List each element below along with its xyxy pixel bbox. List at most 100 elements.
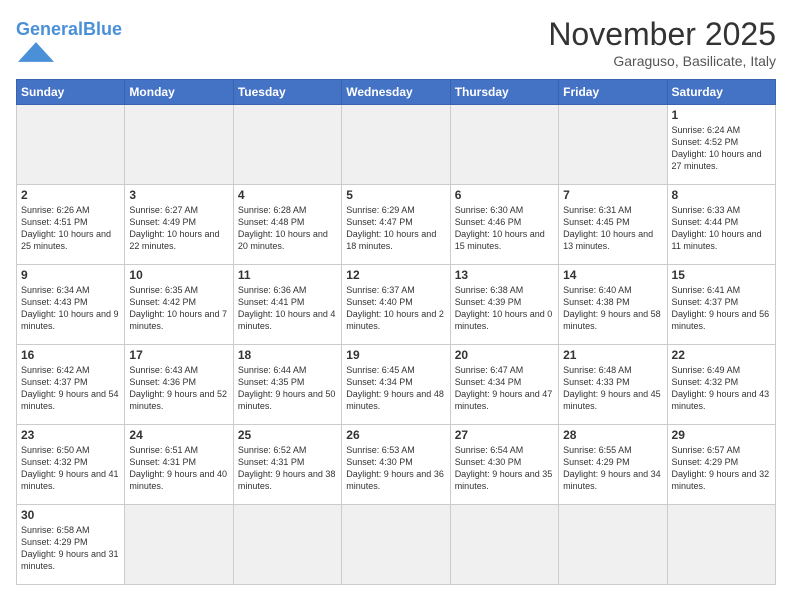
calendar-cell	[342, 505, 450, 585]
calendar-cell: 26 Sunrise: 6:53 AMSunset: 4:30 PMDayligh…	[342, 425, 450, 505]
calendar-cell: 11 Sunrise: 6:36 AMSunset: 4:41 PMDayligh…	[233, 265, 341, 345]
day-info: Sunrise: 6:35 AMSunset: 4:42 PMDaylight:…	[129, 284, 228, 333]
day-info: Sunrise: 6:33 AMSunset: 4:44 PMDaylight:…	[672, 204, 771, 253]
calendar-row: 1Sunrise: 6:24 AMSunset: 4:52 PMDaylight…	[17, 105, 776, 185]
day-number: 8	[672, 188, 771, 202]
day-number: 12	[346, 268, 445, 282]
calendar-row: 23 Sunrise: 6:50 AMSunset: 4:32 PMDayligh…	[17, 425, 776, 505]
day-number: 27	[455, 428, 554, 442]
month-title: November 2025	[548, 16, 776, 53]
logo-icon	[18, 38, 54, 66]
header-wednesday: Wednesday	[342, 80, 450, 105]
day-info: Sunrise: 6:48 AMSunset: 4:33 PMDaylight:…	[563, 364, 662, 413]
calendar-cell: 13Sunrise: 6:38 AMSunset: 4:39 PMDayligh…	[450, 265, 558, 345]
day-number: 19	[346, 348, 445, 362]
calendar-cell: 3Sunrise: 6:27 AMSunset: 4:49 PMDaylight…	[125, 185, 233, 265]
day-number: 7	[563, 188, 662, 202]
day-number: 22	[672, 348, 771, 362]
day-info: Sunrise: 6:28 AMSunset: 4:48 PMDaylight:…	[238, 204, 337, 253]
day-number: 26	[346, 428, 445, 442]
day-info: Sunrise: 6:41 AMSunset: 4:37 PMDaylight:…	[672, 284, 771, 333]
calendar-cell	[667, 505, 775, 585]
calendar-cell	[125, 505, 233, 585]
calendar-cell: 23 Sunrise: 6:50 AMSunset: 4:32 PMDayligh…	[17, 425, 125, 505]
logo-text: GeneralBlue	[16, 20, 122, 38]
day-info: Sunrise: 6:36 AMSunset: 4:41 PMDaylight:…	[238, 284, 337, 333]
day-info: Sunrise: 6:43 AMSunset: 4:36 PMDaylight:…	[129, 364, 228, 413]
day-info: Sunrise: 6:29 AMSunset: 4:47 PMDaylight:…	[346, 204, 445, 253]
header-tuesday: Tuesday	[233, 80, 341, 105]
day-number: 3	[129, 188, 228, 202]
calendar-cell: 25 Sunrise: 6:52 AMSunset: 4:31 PMDayligh…	[233, 425, 341, 505]
calendar-cell: 21Sunrise: 6:48 AMSunset: 4:33 PMDayligh…	[559, 345, 667, 425]
header-friday: Friday	[559, 80, 667, 105]
day-info: Sunrise: 6:42 AMSunset: 4:37 PMDaylight:…	[21, 364, 120, 413]
calendar-cell: 8 Sunrise: 6:33 AMSunset: 4:44 PMDaylight…	[667, 185, 775, 265]
calendar-cell: 18Sunrise: 6:44 AMSunset: 4:35 PMDayligh…	[233, 345, 341, 425]
day-info: Sunrise: 6:30 AMSunset: 4:46 PMDaylight:…	[455, 204, 554, 253]
day-number: 30	[21, 508, 120, 522]
day-number: 9	[21, 268, 120, 282]
calendar-cell	[125, 105, 233, 185]
calendar-cell	[559, 105, 667, 185]
day-info: Sunrise: 6:51 AMSunset: 4:31 PMDaylight:…	[129, 444, 228, 493]
header-sunday: Sunday	[17, 80, 125, 105]
day-number: 20	[455, 348, 554, 362]
calendar-cell: 17Sunrise: 6:43 AMSunset: 4:36 PMDayligh…	[125, 345, 233, 425]
weekday-header-row: Sunday Monday Tuesday Wednesday Thursday…	[17, 80, 776, 105]
calendar: Sunday Monday Tuesday Wednesday Thursday…	[16, 79, 776, 585]
day-number: 15	[672, 268, 771, 282]
calendar-cell: 12Sunrise: 6:37 AMSunset: 4:40 PMDayligh…	[342, 265, 450, 345]
day-number: 29	[672, 428, 771, 442]
day-info: Sunrise: 6:50 AMSunset: 4:32 PMDaylight:…	[21, 444, 120, 493]
logo: GeneralBlue	[16, 20, 122, 71]
calendar-cell: 22Sunrise: 6:49 AMSunset: 4:32 PMDayligh…	[667, 345, 775, 425]
day-number: 10	[129, 268, 228, 282]
calendar-cell	[559, 505, 667, 585]
calendar-cell	[450, 105, 558, 185]
day-info: Sunrise: 6:40 AMSunset: 4:38 PMDaylight:…	[563, 284, 662, 333]
day-number: 4	[238, 188, 337, 202]
calendar-row: 30 Sunrise: 6:58 AMSunset: 4:29 PMDayligh…	[17, 505, 776, 585]
day-number: 23	[21, 428, 120, 442]
title-area: November 2025 Garaguso, Basilicate, Ital…	[548, 16, 776, 69]
day-info: Sunrise: 6:26 AMSunset: 4:51 PMDaylight:…	[21, 204, 120, 253]
day-info: Sunrise: 6:54 AMSunset: 4:30 PMDaylight:…	[455, 444, 554, 493]
day-info: Sunrise: 6:34 AMSunset: 4:43 PMDaylight:…	[21, 284, 120, 333]
calendar-cell	[233, 505, 341, 585]
day-info: Sunrise: 6:53 AMSunset: 4:30 PMDaylight:…	[346, 444, 445, 493]
calendar-cell: 27 Sunrise: 6:54 AMSunset: 4:30 PMDayligh…	[450, 425, 558, 505]
day-number: 24	[129, 428, 228, 442]
day-number: 11	[238, 268, 337, 282]
day-info: Sunrise: 6:52 AMSunset: 4:31 PMDaylight:…	[238, 444, 337, 493]
day-info: Sunrise: 6:31 AMSunset: 4:45 PMDaylight:…	[563, 204, 662, 253]
day-number: 28	[563, 428, 662, 442]
header-thursday: Thursday	[450, 80, 558, 105]
calendar-cell: 14Sunrise: 6:40 AMSunset: 4:38 PMDayligh…	[559, 265, 667, 345]
header-monday: Monday	[125, 80, 233, 105]
calendar-cell	[233, 105, 341, 185]
calendar-cell: 7 Sunrise: 6:31 AMSunset: 4:45 PMDaylight…	[559, 185, 667, 265]
day-info: Sunrise: 6:55 AMSunset: 4:29 PMDaylight:…	[563, 444, 662, 493]
calendar-cell: 1Sunrise: 6:24 AMSunset: 4:52 PMDaylight…	[667, 105, 775, 185]
day-info: Sunrise: 6:44 AMSunset: 4:35 PMDaylight:…	[238, 364, 337, 413]
calendar-cell: 24 Sunrise: 6:51 AMSunset: 4:31 PMDayligh…	[125, 425, 233, 505]
calendar-cell	[342, 105, 450, 185]
day-number: 25	[238, 428, 337, 442]
calendar-cell: 28 Sunrise: 6:55 AMSunset: 4:29 PMDayligh…	[559, 425, 667, 505]
day-info: Sunrise: 6:58 AMSunset: 4:29 PMDaylight:…	[21, 524, 120, 573]
calendar-cell: 10 Sunrise: 6:35 AMSunset: 4:42 PMDayligh…	[125, 265, 233, 345]
calendar-cell: 4 Sunrise: 6:28 AMSunset: 4:48 PMDaylight…	[233, 185, 341, 265]
day-info: Sunrise: 6:45 AMSunset: 4:34 PMDaylight:…	[346, 364, 445, 413]
day-number: 13	[455, 268, 554, 282]
calendar-cell: 19 Sunrise: 6:45 AMSunset: 4:34 PMDayligh…	[342, 345, 450, 425]
day-info: Sunrise: 6:47 AMSunset: 4:34 PMDaylight:…	[455, 364, 554, 413]
calendar-row: 16Sunrise: 6:42 AMSunset: 4:37 PMDayligh…	[17, 345, 776, 425]
logo-general: General	[16, 19, 83, 39]
calendar-cell: 16Sunrise: 6:42 AMSunset: 4:37 PMDayligh…	[17, 345, 125, 425]
calendar-cell: 9 Sunrise: 6:34 AMSunset: 4:43 PMDaylight…	[17, 265, 125, 345]
day-info: Sunrise: 6:24 AMSunset: 4:52 PMDaylight:…	[672, 124, 771, 173]
calendar-cell: 5Sunrise: 6:29 AMSunset: 4:47 PMDaylight…	[342, 185, 450, 265]
calendar-row: 9 Sunrise: 6:34 AMSunset: 4:43 PMDaylight…	[17, 265, 776, 345]
location-title: Garaguso, Basilicate, Italy	[548, 53, 776, 69]
